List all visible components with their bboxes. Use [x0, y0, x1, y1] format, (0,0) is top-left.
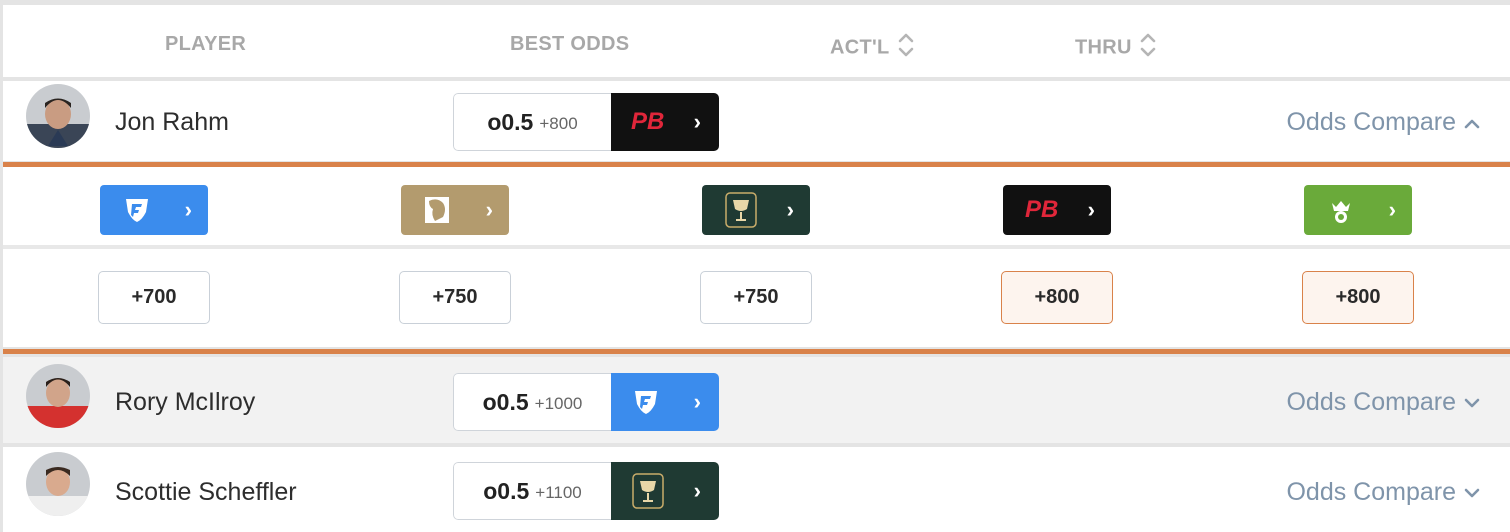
header-actl-label: ACT'L [830, 36, 890, 59]
chevron-right-icon: › [693, 478, 701, 503]
best-odds-value: o0.5 +1100 [453, 462, 611, 520]
chevron-up-icon [1464, 119, 1480, 128]
header-actl[interactable]: ACT'L [830, 33, 914, 63]
chevron-right-icon: › [786, 197, 794, 222]
odds-button[interactable]: +750 [399, 271, 511, 324]
header-thru-label: THRU [1075, 36, 1132, 59]
trophy-cup-icon [632, 473, 664, 509]
odds-button[interactable]: +700 [98, 271, 210, 324]
odds-table: PLAYER BEST ODDS ACT'L THRU Jon Rahm o0.… [0, 0, 1510, 532]
player-row[interactable]: Scottie Scheffler o0.5 +1100 › Odds Comp… [3, 447, 1510, 532]
best-odds-highlight-button[interactable]: +800 [1001, 271, 1113, 324]
sportsbook-badge[interactable]: › [611, 462, 719, 520]
chevron-right-icon: › [184, 197, 192, 222]
header-player: PLAYER [165, 33, 247, 55]
sort-icon[interactable] [898, 30, 914, 60]
odds-compare-toggle[interactable]: Odds Compare [1286, 108, 1480, 137]
table-header: PLAYER BEST ODDS ACT'L THRU [3, 5, 1510, 77]
sportsbook-cup-button[interactable]: › [702, 185, 810, 235]
avatar [26, 452, 90, 516]
odds-price: +800 [539, 113, 578, 133]
sportsbook-fanduel-button[interactable]: › [100, 185, 208, 235]
odds-button[interactable]: +750 [700, 271, 812, 324]
expanded-bottom-divider [3, 349, 1510, 354]
sort-icon[interactable] [1140, 30, 1156, 60]
sportsbook-pointsbet-button[interactable]: PB › [1003, 185, 1111, 235]
player-name[interactable]: Rory McIlroy [115, 388, 255, 417]
odds-compare-toggle[interactable]: Odds Compare [1286, 388, 1480, 417]
best-odds-button[interactable]: o0.5 +800 PB › [453, 93, 719, 151]
best-odds-highlight-button[interactable]: +800 [1302, 271, 1414, 324]
best-odds-value: o0.5 +800 [453, 93, 611, 151]
pointsbet-logo: PB [1025, 196, 1059, 223]
player-name[interactable]: Scottie Scheffler [115, 478, 297, 507]
best-odds-value: o0.5 +1000 [453, 373, 611, 431]
chevron-right-icon: › [1388, 197, 1396, 222]
avatar [26, 84, 90, 148]
header-best-odds: BEST ODDS [510, 33, 630, 55]
odds-price: +1100 [535, 482, 582, 502]
header-thru[interactable]: THRU [1075, 33, 1156, 63]
pointsbet-logo: PB [631, 108, 665, 135]
trophy-cup-icon [725, 192, 757, 228]
odds-compare-toggle[interactable]: Odds Compare [1286, 478, 1480, 507]
fanduel-shield-icon [126, 199, 148, 222]
best-odds-button[interactable]: o0.5 +1000 › [453, 373, 719, 431]
sportsbook-betmgm-button[interactable]: › [401, 185, 509, 235]
draftkings-crown-icon [1332, 201, 1350, 223]
odds-line: o0.5 [483, 477, 530, 504]
panel-divider [3, 245, 1510, 249]
chevron-down-icon [1464, 488, 1480, 497]
fanduel-shield-icon [635, 391, 657, 414]
player-row[interactable]: Rory McIlroy o0.5 +1000 › Odds Compare [3, 357, 1510, 443]
odds-line: o0.5 [487, 108, 534, 135]
avatar [26, 364, 90, 428]
odds-compare-label: Odds Compare [1286, 478, 1456, 506]
best-odds-button[interactable]: o0.5 +1100 › [453, 462, 719, 520]
player-name[interactable]: Jon Rahm [115, 108, 229, 137]
odds-compare-label: Odds Compare [1286, 108, 1456, 136]
chevron-right-icon: › [485, 197, 493, 222]
odds-compare-label: Odds Compare [1286, 388, 1456, 416]
odds-compare-panel: › › › PB › › +700 +750 +750 +800 +800 [3, 167, 1510, 347]
sportsbook-draftkings-button[interactable]: › [1304, 185, 1412, 235]
chevron-right-icon: › [693, 109, 701, 134]
chevron-down-icon [1464, 398, 1480, 407]
odds-line: o0.5 [482, 388, 529, 415]
lion-icon [425, 197, 449, 223]
odds-price: +1000 [534, 393, 583, 413]
player-row[interactable]: Jon Rahm o0.5 +800 PB › Odds Compare [3, 81, 1510, 161]
sportsbook-badge[interactable]: › [611, 373, 719, 431]
chevron-right-icon: › [1087, 197, 1095, 222]
sportsbook-badge[interactable]: PB › [611, 93, 719, 151]
chevron-right-icon: › [693, 389, 701, 414]
